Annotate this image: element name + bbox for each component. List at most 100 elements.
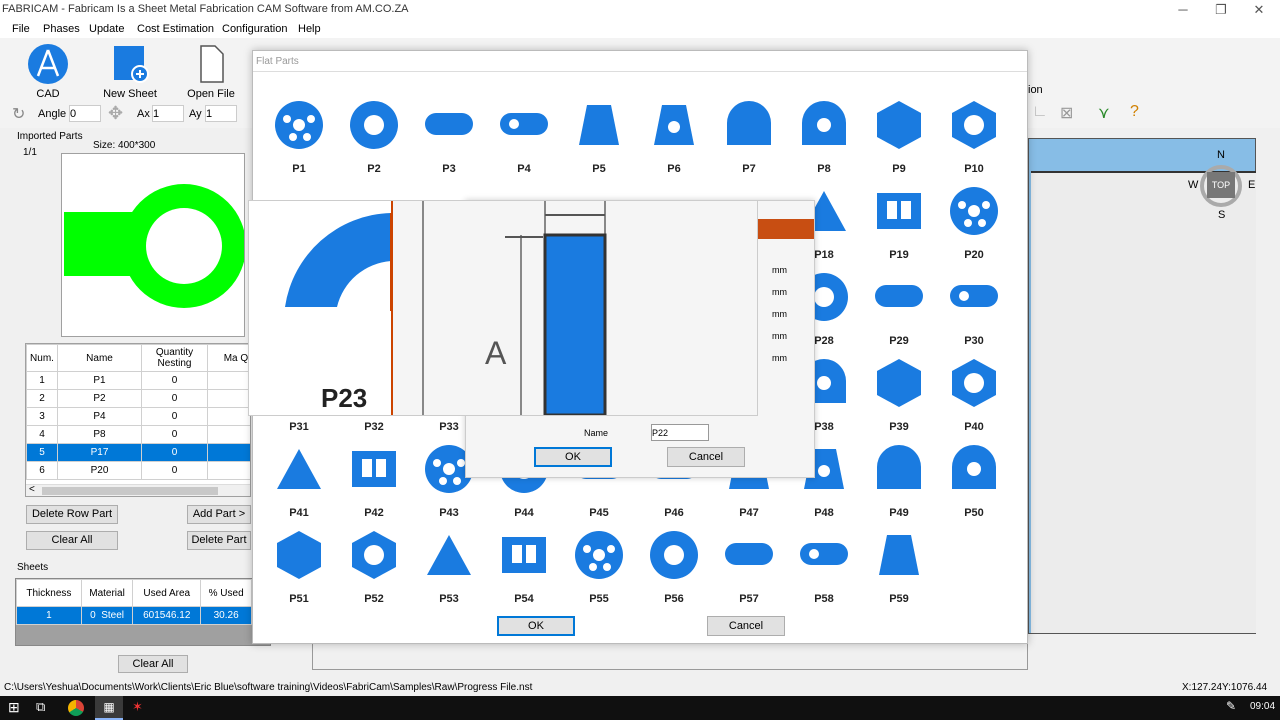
part-tile-p10[interactable]: P10 <box>938 95 1010 181</box>
scroll-left-icon[interactable]: < <box>29 484 35 495</box>
task-view-icon[interactable]: ⧉ <box>36 699 45 715</box>
menu-help[interactable]: Help <box>298 23 321 35</box>
part-preview-shape <box>64 184 246 308</box>
scroll-thumb[interactable] <box>42 487 218 495</box>
part-tile-p53[interactable]: P53 <box>413 525 485 611</box>
sheet-canvas[interactable]: N S W E TOP <box>1028 138 1256 634</box>
part-tile-label: P56 <box>664 593 684 605</box>
close-icon[interactable]: ✕ <box>1240 0 1278 20</box>
part-tile-p56[interactable]: P56 <box>638 525 710 611</box>
part-tile-p2[interactable]: P2 <box>338 95 410 181</box>
part-tile-p20[interactable]: P20 <box>938 181 1010 267</box>
table-row[interactable]: 6 P20 0 <box>26 461 250 480</box>
table-row[interactable]: 1 P1 0 <box>26 371 250 390</box>
table-row-selected[interactable]: 5 P17 0 <box>26 443 250 462</box>
part-tile-p6[interactable]: P6 <box>638 95 710 181</box>
part-tile-p5[interactable]: P5 <box>563 95 635 181</box>
rotate-icon[interactable]: ↻ <box>12 104 32 123</box>
part-shape-icon <box>952 359 996 407</box>
chrome-icon[interactable] <box>68 700 84 716</box>
delete-box-icon[interactable]: ⊠ <box>1060 103 1073 123</box>
delete-part-button[interactable]: Delete Part <box>187 531 251 550</box>
menu-phases[interactable]: Phases <box>43 23 80 35</box>
part-tile-label: P32 <box>364 421 384 433</box>
part-shape-icon <box>275 101 323 149</box>
windows-start-icon[interactable]: ⊞ <box>8 699 20 716</box>
sheet-row-selected[interactable]: 10 Steel 601546.12 30.26 <box>16 606 252 625</box>
part-cancel-button[interactable]: Cancel <box>667 447 745 467</box>
view-cube[interactable]: N S W E TOP <box>1188 149 1255 221</box>
part-tile-label: P57 <box>739 593 759 605</box>
add-part-button[interactable]: Add Part > <box>187 505 251 524</box>
part-tile-p57[interactable]: P57 <box>713 525 785 611</box>
ax-input[interactable] <box>152 105 184 122</box>
menu-configuration[interactable]: Configuration <box>222 23 287 35</box>
flat-parts-ok-button[interactable]: OK <box>497 616 575 636</box>
pen-icon[interactable]: ✎ <box>1226 699 1236 713</box>
part-shape-icon <box>352 451 396 487</box>
restore-icon[interactable]: ❐ <box>1202 0 1240 20</box>
clear-all-parts-button[interactable]: Clear All <box>26 531 118 550</box>
minimize-icon[interactable]: ─ <box>1164 0 1202 20</box>
move-icon[interactable]: ✥ <box>108 103 130 123</box>
graph-tool-icon[interactable]: ⋎ <box>1098 103 1110 123</box>
part-tile-label: P48 <box>814 507 834 519</box>
cad-button[interactable]: CAD <box>18 42 78 100</box>
part-tile-p42[interactable]: P42 <box>338 439 410 525</box>
delete-row-part-button[interactable]: Delete Row Part <box>26 505 118 524</box>
new-sheet-button[interactable]: New Sheet <box>100 42 160 100</box>
table-row[interactable]: 2 P2 0 <box>26 389 250 408</box>
ribbon-tools: ∟ ⊠ ⋎ ? <box>1030 103 1160 125</box>
part-tile-p39[interactable]: P39 <box>863 353 935 439</box>
recorder-icon[interactable]: ✶ <box>132 699 143 715</box>
part-tile-label: P58 <box>814 593 834 605</box>
corner-tool-icon[interactable]: ∟ <box>1032 103 1048 121</box>
imported-parts-table[interactable]: Num.NameQuantity NestingMa Qua 1P10 2P20… <box>25 343 251 497</box>
help-tool-icon[interactable]: ? <box>1130 103 1139 121</box>
angle-input[interactable] <box>69 105 101 122</box>
part-tile-p29[interactable]: P29 <box>863 267 935 353</box>
flat-parts-cancel-button[interactable]: Cancel <box>707 616 785 636</box>
table-row[interactable]: 3 P4 0 <box>26 407 250 426</box>
menu-update[interactable]: Update <box>89 23 124 35</box>
part-tile-p3[interactable]: P3 <box>413 95 485 181</box>
part-tile-p30[interactable]: P30 <box>938 267 1010 353</box>
name-input[interactable] <box>651 424 709 441</box>
ay-input[interactable] <box>205 105 237 122</box>
part-tile-p51[interactable]: P51 <box>263 525 335 611</box>
clear-all-sheets-button[interactable]: Clear All <box>118 655 188 673</box>
part-tile-p40[interactable]: P40 <box>938 353 1010 439</box>
col-material: Material <box>80 579 134 607</box>
part-shape-icon <box>427 535 471 575</box>
part-ok-button[interactable]: OK <box>534 447 612 467</box>
part-shape-icon <box>350 101 398 149</box>
fabricam-task-icon[interactable]: ▦ <box>95 696 123 720</box>
part-tile-p49[interactable]: P49 <box>863 439 935 525</box>
part-tile-label: P50 <box>964 507 984 519</box>
part-tile-p9[interactable]: P9 <box>863 95 935 181</box>
part-tile-p4[interactable]: P4 <box>488 95 560 181</box>
open-file-label: Open File <box>187 88 235 100</box>
part-shape-icon <box>877 101 921 149</box>
part-tile-p50[interactable]: P50 <box>938 439 1010 525</box>
part-shape-icon <box>875 285 923 307</box>
part-tile-p41[interactable]: P41 <box>263 439 335 525</box>
open-file-button[interactable]: Open File <box>181 42 241 100</box>
part-tile-p52[interactable]: P52 <box>338 525 410 611</box>
table-row[interactable]: 4 P8 0 <box>26 425 250 444</box>
sheets-table[interactable]: Thickness Material Used Area% Used 10 Stee… <box>15 578 271 646</box>
sheet-area <box>1031 171 1256 633</box>
part-tile-label: P49 <box>889 507 909 519</box>
part-tile-p1[interactable]: P1 <box>263 95 335 181</box>
menu-file[interactable]: File <box>12 23 30 35</box>
menu-cost-estimation[interactable]: Cost Estimation <box>137 23 214 35</box>
horizontal-scrollbar[interactable]: < <box>26 484 250 496</box>
part-tile-p58[interactable]: P58 <box>788 525 860 611</box>
part-tile-p54[interactable]: P54 <box>488 525 560 611</box>
part-tile-p55[interactable]: P55 <box>563 525 635 611</box>
part-tile-p19[interactable]: P19 <box>863 181 935 267</box>
view-top-button[interactable]: TOP <box>1207 172 1235 198</box>
part-tile-p8[interactable]: P8 <box>788 95 860 181</box>
part-tile-p59[interactable]: P59 <box>863 525 935 611</box>
part-tile-p7[interactable]: P7 <box>713 95 785 181</box>
